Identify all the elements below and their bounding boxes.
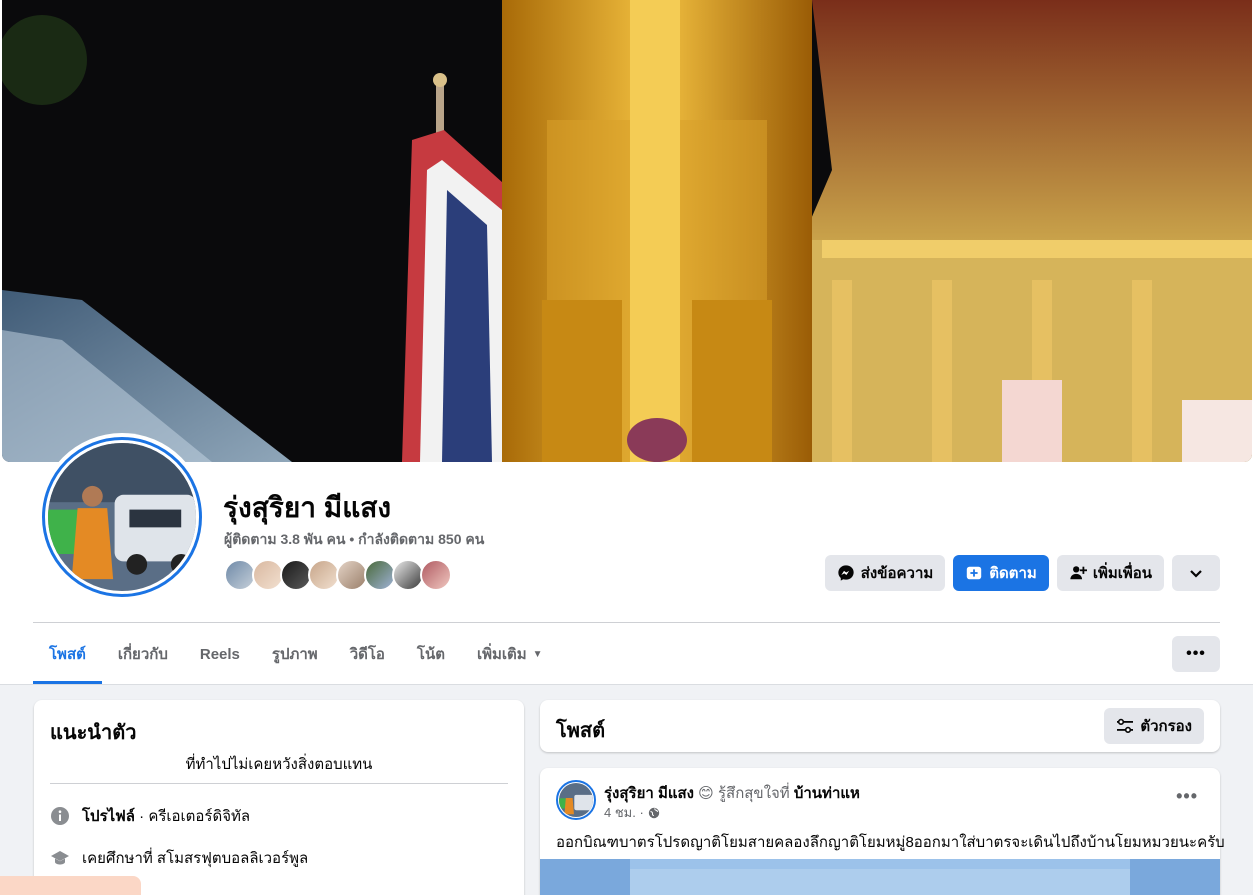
follow-icon (965, 564, 983, 582)
follower-stats[interactable]: ผู้ติดตาม 3.8 พัน คน • กำลังติดตาม 850 ค… (224, 529, 484, 551)
tab-label: เพิ่มเติม (476, 646, 527, 663)
filter-button-label: ตัวกรอง (1140, 718, 1192, 735)
profile-name: รุ่งสุริยา มีแสง (223, 492, 392, 523)
chat-toast[interactable] (0, 876, 141, 895)
add-friend-icon (1069, 564, 1087, 582)
intro-bio: ที่ทำไปไม่เคยหวังสิ่งตอบแทน (185, 756, 373, 773)
ellipsis-icon: ••• (1186, 645, 1206, 662)
profile-header: รุ่งสุริยา มีแสง ผู้ติดตาม 3.8 พัน คน • … (0, 0, 1253, 685)
intro-education: เคยศึกษาที่ สโมสรฟุตบอลลิเวอร์พูล (82, 850, 309, 867)
graduation-cap-icon (50, 848, 70, 868)
profile-avatar[interactable] (38, 433, 206, 601)
post-card: รุ่งสุริยา มีแสง 😊 รู้สึกสุขใจที่ บ้านท่… (540, 768, 1225, 895)
post-image[interactable] (540, 859, 1220, 895)
posts-title: โพสต์ (556, 720, 606, 742)
post-author-name[interactable]: รุ่งสุริยา มีแสง (604, 785, 694, 802)
post-author-avatar[interactable] (556, 780, 596, 820)
tab-about[interactable]: เกี่ยวกับ (102, 624, 184, 684)
tab-reels[interactable]: Reels (184, 624, 256, 684)
posts-header-card: โพสต์ ตัวกรอง (540, 700, 1220, 752)
more-actions-button[interactable] (1172, 555, 1220, 591)
post-meta: 4 ชม. · (604, 802, 660, 823)
tab-notes[interactable]: โน้ต (401, 624, 461, 684)
filter-icon (1116, 717, 1134, 735)
profile-actions: ส่งข้อความ ติดตาม เพิ่มเพื่อน (824, 555, 1220, 591)
intro-profile-label: โปรไฟล์ (82, 808, 135, 825)
tab-label: โพสต์ (49, 646, 86, 663)
intro-education-row: เคยศึกษาที่ สโมสรฟุตบอลลิเวอร์พูล (50, 846, 308, 870)
globe-icon (648, 807, 660, 819)
intro-title: แนะนำตัว (50, 722, 137, 744)
tab-videos[interactable]: วิดีโอ (334, 624, 401, 684)
intro-divider (50, 783, 508, 784)
tab-more[interactable]: เพิ่มเติม ▼ (461, 624, 559, 684)
message-button[interactable]: ส่งข้อความ (824, 555, 946, 591)
profile-tabs: โพสต์ เกี่ยวกับ Reels รูปภาพ วิดีโอ โน้ต… (33, 624, 559, 684)
post-text: ออกบิณฑบาตรโปรดญาติโยมสายคลองลึกญาติโยมห… (556, 834, 1225, 851)
intro-profile-row: โปรไฟล์ · ครีเอเตอร์ดิจิทัล (50, 804, 250, 828)
intro-card: แนะนำตัว ที่ทำไปไม่เคยหวังสิ่งตอบแทน โปร… (34, 700, 524, 895)
tab-label: เกี่ยวกับ (117, 646, 168, 663)
cover-photo[interactable] (2, 0, 1252, 462)
tab-label: รูปภาพ (271, 646, 318, 663)
friend-avatars (224, 559, 452, 591)
intro-profile-value: · ครีเอเตอร์ดิจิทัล (135, 808, 251, 825)
add-friend-button[interactable]: เพิ่มเพื่อน (1056, 555, 1164, 591)
add-friend-button-label: เพิ่มเพื่อน (1092, 565, 1152, 582)
message-button-label: ส่งข้อความ (860, 565, 934, 582)
friend-avatar[interactable] (420, 559, 452, 591)
ellipsis-icon: ••• (1176, 786, 1198, 806)
post-time[interactable]: 4 ชม. · (604, 802, 644, 823)
follow-button[interactable]: ติดตาม (953, 555, 1049, 591)
chevron-down-icon (1187, 564, 1205, 582)
post-feeling: 😊 รู้สึกสุขใจที่ (694, 785, 794, 802)
post-place[interactable]: บ้านท่าแห (794, 785, 860, 802)
tab-label: วิดีโอ (349, 646, 385, 663)
follow-button-label: ติดตาม (989, 565, 1037, 582)
messenger-icon (837, 564, 855, 582)
tab-label: Reels (199, 645, 240, 663)
tab-photos[interactable]: รูปภาพ (256, 624, 334, 684)
tab-posts[interactable]: โพสต์ (33, 624, 102, 684)
caret-down-icon: ▼ (532, 648, 543, 660)
filter-button[interactable]: ตัวกรอง (1104, 708, 1204, 744)
post-options-button[interactable]: ••• (1176, 786, 1198, 807)
header-divider (33, 622, 1220, 623)
tab-label: โน้ต (416, 646, 445, 663)
tabs-overflow-button[interactable]: ••• (1172, 636, 1220, 672)
info-icon (50, 806, 70, 826)
